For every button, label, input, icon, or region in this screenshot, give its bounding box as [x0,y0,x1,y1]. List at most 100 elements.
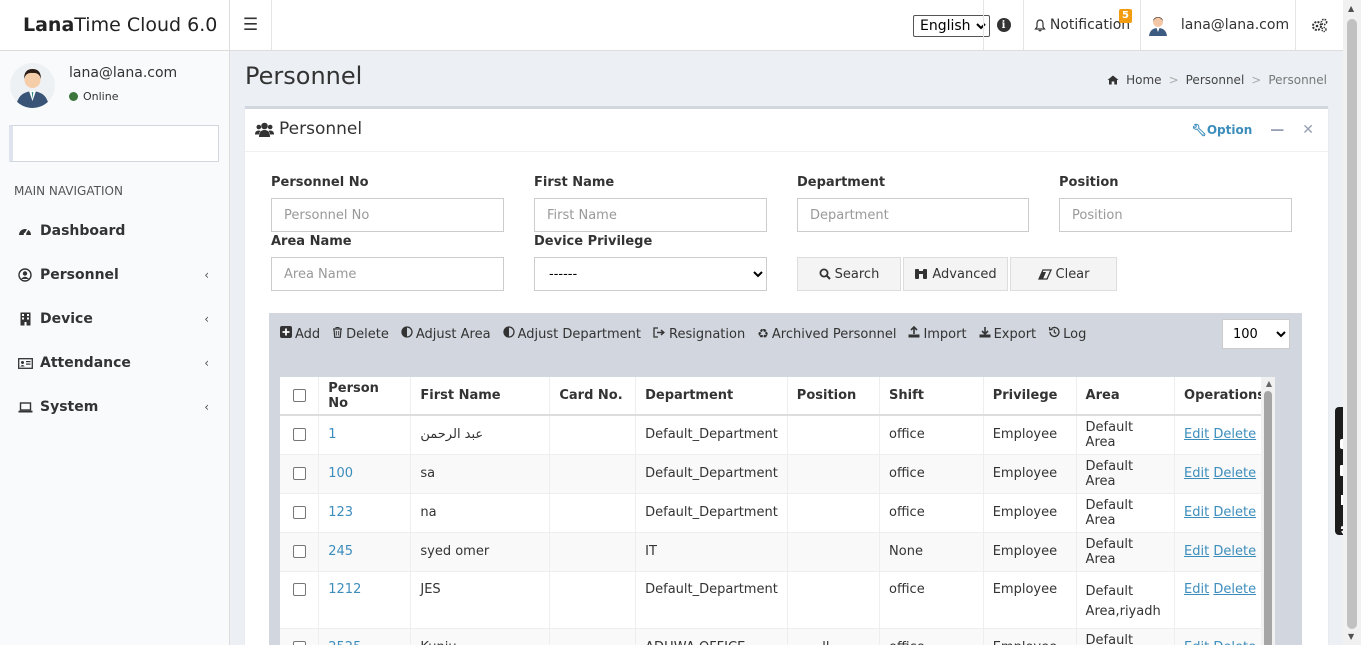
device-privilege-select[interactable]: ------ [534,257,767,291]
export-button[interactable]: Export [979,326,1036,342]
col-position[interactable]: Position [787,377,881,416]
row-checkbox[interactable] [292,428,306,442]
edit-link[interactable]: Edit [1184,544,1209,559]
scroll-up-arrow-icon[interactable]: ▲ [1348,4,1354,13]
position-input[interactable] [1059,198,1292,232]
adjust-department-button[interactable]: Adjust Department [502,326,641,342]
sidebar-item-system[interactable]: System ‹ [0,385,229,429]
collapse-icon[interactable]: — [1270,122,1284,138]
breadcrumb: Home > Personnel > Personnel [1107,73,1327,87]
delete-link[interactable]: Delete [1213,505,1256,520]
close-icon[interactable]: ✕ [1302,122,1314,138]
page-scrollbar[interactable]: ▲ ▼ [1343,0,1361,645]
department-cell: IT [635,531,788,571]
page-scroll-thumb[interactable] [1347,19,1357,629]
area-cell: Default Area [1076,414,1176,454]
add-button[interactable]: Add [280,326,320,342]
col-shift[interactable]: Shift [879,377,984,416]
breadcrumb-current: Personnel [1268,73,1327,87]
person-no-link[interactable]: 2525 [318,627,412,645]
scroll-up-arrow-icon[interactable]: ▲ [1266,379,1272,388]
sidebar-item-personnel[interactable]: Personnel ‹ [0,253,229,297]
breadcrumb-personnel[interactable]: Personnel [1186,73,1245,87]
col-area[interactable]: Area [1076,377,1176,416]
privilege-cell: Employee [983,492,1077,532]
col-first-name[interactable]: First Name [410,377,551,416]
delete-link[interactable]: Delete [1213,640,1256,645]
app-logo[interactable]: LanaTime Cloud 6.0 [0,0,230,51]
notification-button[interactable]: Notification 5 [1023,0,1140,50]
breadcrumb-home[interactable]: Home [1126,73,1161,87]
person-no-link[interactable]: 1212 [318,570,412,628]
col-person-no[interactable]: Person No [318,377,412,416]
sidebar-toggle-icon[interactable]: ☰ [230,0,272,50]
import-button[interactable]: Import [908,325,967,342]
person-no-link[interactable]: 123 [318,492,412,532]
personnel-no-input[interactable] [271,198,504,232]
delete-button[interactable]: Delete [332,326,389,342]
person-no-link[interactable]: 1 [318,414,412,454]
edit-link[interactable]: Edit [1184,640,1209,645]
row-select-cell [280,453,320,493]
department-input[interactable] [797,198,1029,232]
col-department[interactable]: Department [635,377,788,416]
chevron-left-icon: ‹ [204,268,209,282]
sidebar-item-label: Dashboard [40,223,126,239]
archived-personnel-button[interactable]: ♻︎ Archived Personnel [757,326,896,342]
info-button[interactable]: i [983,0,1023,50]
edit-link[interactable]: Edit [1184,427,1209,442]
first-name-cell: عبد الرحمن [410,414,551,454]
row-checkbox[interactable] [292,641,306,645]
table-scroll-thumb[interactable] [1264,391,1272,645]
search-button[interactable]: Search [797,257,901,291]
user-menu[interactable]: lana@lana.com [1140,0,1295,50]
page-size-select[interactable]: 100 [1222,319,1290,349]
clear-button[interactable]: Clear [1010,257,1117,291]
sidebar-item-device[interactable]: Device ‹ [0,297,229,341]
operations-cell: Edit Delete [1174,414,1275,454]
edit-link[interactable]: Edit [1184,505,1209,520]
col-card-no[interactable]: Card No. [549,377,637,416]
adjust-icon [502,326,515,342]
row-checkbox[interactable] [292,545,306,558]
chevron-left-icon: ‹ [204,356,209,370]
person-no-link[interactable]: 245 [318,531,412,571]
settings-button[interactable] [1295,0,1343,50]
advanced-button[interactable]: Advanced [903,257,1008,291]
personnel-table-panel: Person No First Name Card No. Department… [280,377,1275,645]
sign-out-icon [653,326,666,342]
sidebar-item-dashboard[interactable]: Dashboard [0,209,229,253]
delete-link[interactable]: Delete [1213,544,1256,559]
person-no-link[interactable]: 100 [318,453,412,493]
area-name-input[interactable] [271,257,504,291]
option-button[interactable]: 🔧︎Option [1192,123,1253,137]
sidebar-item-attendance[interactable]: Attendance ‹ [0,341,229,385]
delete-link[interactable]: Delete [1213,427,1256,442]
user-panel: lana@lana.com Online [10,63,220,115]
delete-link[interactable]: Delete [1213,582,1256,597]
avatar [10,63,55,108]
eraser-icon [1037,268,1052,280]
row-checkbox[interactable] [292,506,306,519]
select-all-checkbox[interactable] [292,389,306,402]
delete-link[interactable]: Delete [1213,466,1256,481]
language-select[interactable]: English [913,15,990,37]
dashboard-icon [17,225,33,237]
col-privilege[interactable]: Privilege [983,377,1077,416]
sidebar-search-input[interactable] [9,125,219,162]
table-scrollbar[interactable]: ▲ [1261,377,1275,645]
adjust-area-button[interactable]: Adjust Area [401,326,491,342]
scroll-down-arrow-icon[interactable]: ▼ [1348,632,1354,641]
chevron-left-icon: ‹ [204,312,209,326]
log-button[interactable]: Log [1048,326,1086,342]
area-cell: Default Area [1076,453,1176,493]
row-checkbox[interactable] [292,582,306,596]
table-row: 245 syed omer IT None Employee Default A… [280,531,1275,571]
edit-link[interactable]: Edit [1184,466,1209,481]
sidebar-user-name: lana@lana.com [69,65,178,81]
user-email: lana@lana.com [1180,17,1290,33]
first-name-input[interactable] [534,198,767,232]
resignation-button[interactable]: Resignation [653,326,745,342]
edit-link[interactable]: Edit [1184,582,1209,597]
row-checkbox[interactable] [292,467,306,480]
